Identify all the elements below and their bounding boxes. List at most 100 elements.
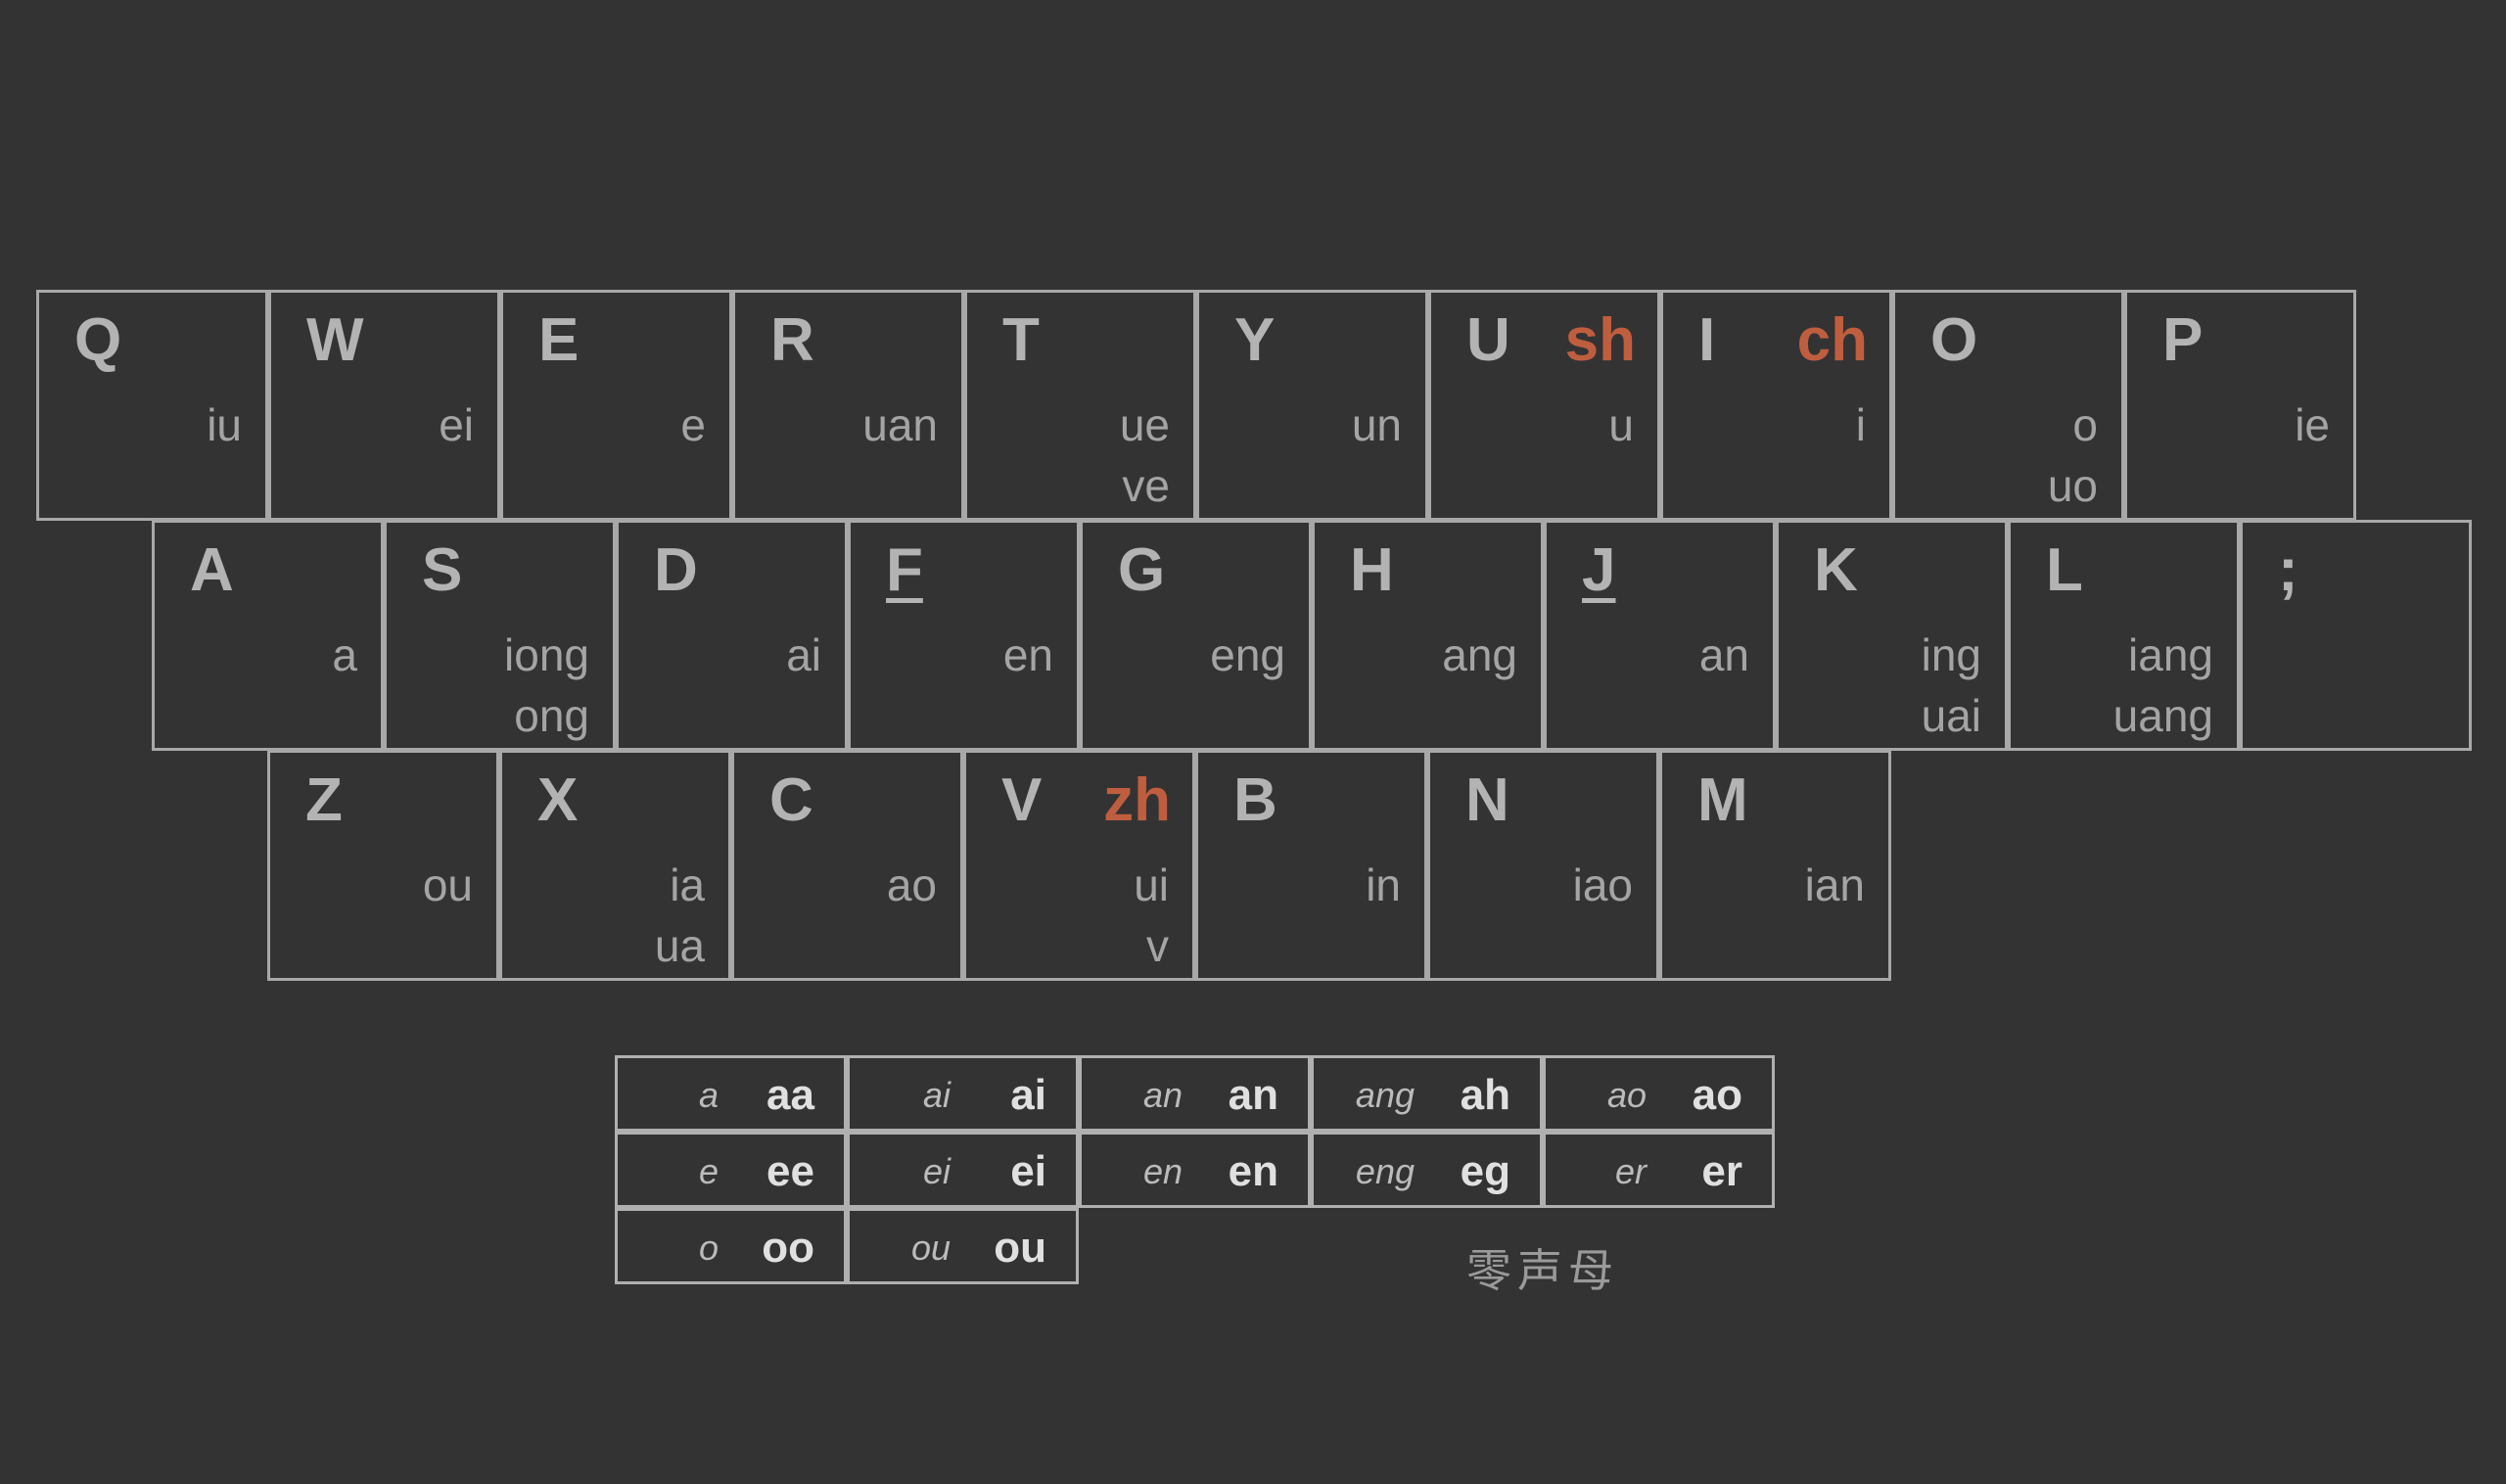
key-finals: ai xyxy=(786,625,821,685)
key-final: a xyxy=(332,629,357,680)
key-letter: Q xyxy=(74,306,122,374)
key-finals: un xyxy=(1352,394,1402,455)
syllable-label: a xyxy=(698,1075,719,1115)
key-final: iu xyxy=(207,399,242,450)
key-k: King uai xyxy=(1776,520,2008,751)
key-finals: iao xyxy=(1573,855,1633,915)
key-a: Aa xyxy=(152,520,384,751)
key-letter: X xyxy=(537,766,579,834)
key-final: ian xyxy=(1804,859,1865,910)
key-q: Qiu xyxy=(36,290,268,521)
key-u: Ush u xyxy=(1428,290,1660,521)
key-finals: ian xyxy=(1805,855,1865,915)
key-final: un xyxy=(1351,399,1402,450)
key-letter: B xyxy=(1233,766,1277,834)
syllable-label: e xyxy=(698,1151,719,1191)
key-final: in xyxy=(1366,859,1401,910)
zero-initial-cell: ai ai xyxy=(847,1055,1079,1132)
key-finals: ia ua xyxy=(655,855,705,976)
key-finals: ei xyxy=(439,394,474,455)
key-p: Pie xyxy=(2124,290,2356,521)
key-letter: R xyxy=(770,306,814,374)
key-letter: Z xyxy=(305,766,343,834)
key-finals: ou xyxy=(423,855,473,915)
key-final: o xyxy=(2072,399,2098,450)
key-letter: Y xyxy=(1234,306,1276,374)
key-r: Ruan xyxy=(732,290,964,521)
zero-initial-cell: ao ao xyxy=(1543,1055,1775,1132)
key-finals: uan xyxy=(862,394,938,455)
key-letter: N xyxy=(1465,766,1509,834)
key-o: Oo uo xyxy=(1892,290,2124,521)
key-final: v xyxy=(1146,920,1169,971)
key-z: Zou xyxy=(267,750,499,981)
key-w: Wei xyxy=(268,290,500,521)
key-v: Vzh ui v xyxy=(963,750,1195,981)
key-letter: L xyxy=(2046,536,2083,604)
key-code-label: eg xyxy=(1460,1147,1510,1195)
key-t: Tue ve xyxy=(964,290,1196,521)
key-final: eng xyxy=(1210,629,1285,680)
syllable-label: eng xyxy=(1355,1151,1415,1191)
syllable-label: er xyxy=(1614,1151,1647,1191)
key-code-label: ah xyxy=(1460,1071,1510,1119)
key-letter: U xyxy=(1466,306,1510,374)
key-code-label: en xyxy=(1228,1147,1278,1195)
key-finals: iang uang xyxy=(2113,625,2213,746)
syllable-label: ei xyxy=(922,1151,951,1191)
key-code-label: ao xyxy=(1692,1071,1742,1119)
key-letter: F xyxy=(886,536,923,604)
key-finals: en xyxy=(1003,625,1053,685)
key-final: ou xyxy=(422,859,473,910)
key-letter: J xyxy=(1582,536,1616,604)
key-final: en xyxy=(1002,629,1053,680)
key-c: Cao xyxy=(731,750,963,981)
key-final: an xyxy=(1698,629,1749,680)
key-e: Ee xyxy=(500,290,732,521)
key-l: Liang uang xyxy=(2008,520,2240,751)
key-letter: G xyxy=(1118,536,1166,604)
key-initial: ch xyxy=(1796,306,1868,374)
key-letter: W xyxy=(306,306,364,374)
key-final: ai xyxy=(786,629,821,680)
key-s: Siong ong xyxy=(384,520,616,751)
key-finals: u xyxy=(1608,394,1634,455)
zero-initial-cell: o oo xyxy=(615,1208,847,1284)
key-letter: V xyxy=(1001,766,1043,834)
key-final: iang xyxy=(2128,629,2213,680)
zero-initial-cell: en en xyxy=(1079,1132,1311,1208)
key-final: uang xyxy=(2112,690,2213,741)
key-initial: zh xyxy=(1103,766,1171,834)
key-finals: iong ong xyxy=(504,625,589,746)
zero-initial-cell: an an xyxy=(1079,1055,1311,1132)
key-final: ui xyxy=(1134,859,1169,910)
zero-initial-cell: ei ei xyxy=(847,1132,1079,1208)
key-code-label: ei xyxy=(1010,1147,1046,1195)
key-final: ue xyxy=(1119,399,1170,450)
key-finals: an xyxy=(1699,625,1749,685)
key-finals: a xyxy=(332,625,357,685)
key-letter: E xyxy=(538,306,580,374)
key-finals: iu xyxy=(207,394,242,455)
key-final: ong xyxy=(514,690,589,741)
key-finals: o uo xyxy=(2048,394,2098,516)
key-code-label: ou xyxy=(994,1224,1046,1272)
key-final: u xyxy=(1608,399,1634,450)
key-final: ia xyxy=(670,859,705,910)
key-letter: D xyxy=(654,536,698,604)
key-finals: eng xyxy=(1210,625,1285,685)
zero-initial-cell: eng eg xyxy=(1311,1132,1543,1208)
key-final: iong xyxy=(504,629,589,680)
key-final: e xyxy=(680,399,706,450)
key-b: Bin xyxy=(1195,750,1427,981)
zero-initial-cell: ou ou xyxy=(847,1208,1079,1284)
key-finals: ing uai xyxy=(1922,625,1981,746)
key-n: Niao xyxy=(1427,750,1659,981)
key-final: uo xyxy=(2047,460,2098,511)
key-letter: M xyxy=(1697,766,1748,834)
key-y: Yun xyxy=(1196,290,1428,521)
key-letter: O xyxy=(1930,306,1978,374)
key-h: Hang xyxy=(1312,520,1544,751)
key-finals: in xyxy=(1366,855,1401,915)
key-final: i xyxy=(1855,399,1866,450)
